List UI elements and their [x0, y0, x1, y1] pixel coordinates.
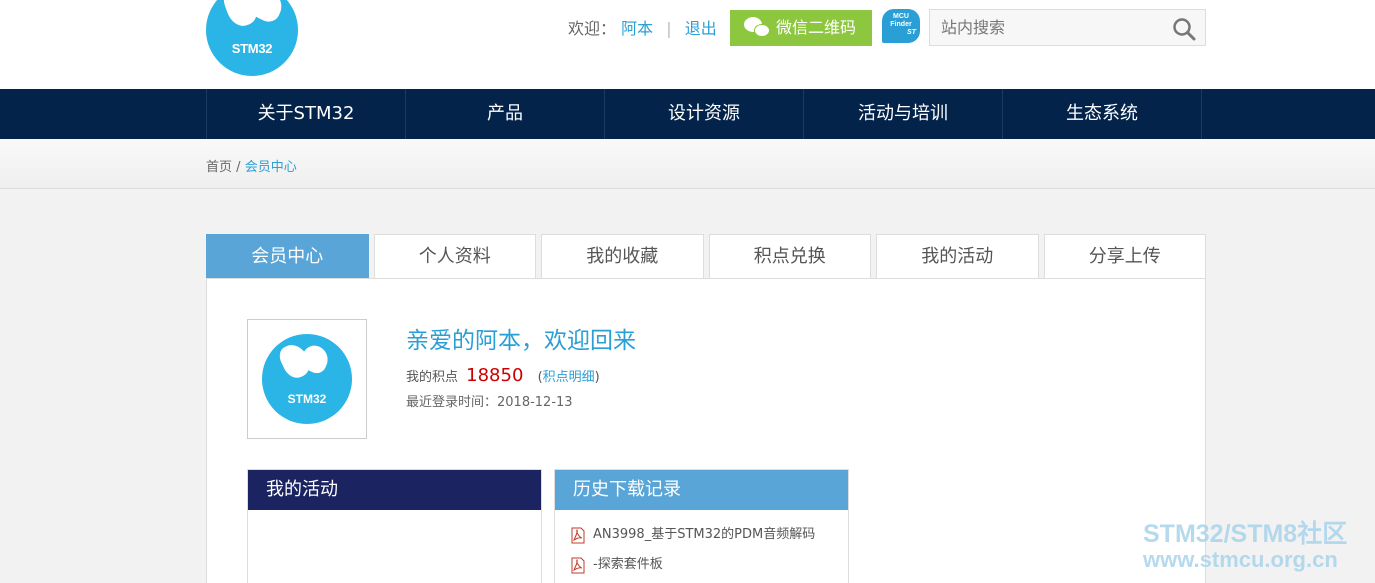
- list-item[interactable]: -探索套件板: [555, 550, 848, 580]
- stm32-logo[interactable]: STM32: [206, 0, 298, 76]
- nav-item-products[interactable]: 产品: [406, 89, 605, 139]
- avatar-text: STM32: [287, 392, 327, 406]
- greeting-title: 亲爱的阿本，欢迎回来: [406, 328, 636, 354]
- download-item-title: -探索套件板: [593, 557, 663, 572]
- wechat-icon: [744, 17, 770, 39]
- mcu-finder-button[interactable]: MCU Finder ST: [882, 9, 920, 43]
- username-link[interactable]: 阿本: [621, 19, 653, 38]
- breadcrumb-current[interactable]: 会员中心: [245, 160, 297, 175]
- nav-item-ecosystem[interactable]: 生态系统: [1003, 89, 1202, 139]
- st-logo-icon: ST: [907, 29, 916, 36]
- tab-profile[interactable]: 个人资料: [373, 234, 536, 278]
- my-activities-box: 我的活动: [247, 469, 542, 583]
- nav-item-design-resources[interactable]: 设计资源: [605, 89, 804, 139]
- welcome-bar: 欢迎： 阿本 | 退出: [568, 18, 717, 40]
- wechat-qr-button[interactable]: 微信二维码: [730, 10, 872, 46]
- download-list: AN3998_基于STM32的PDM音频解码 -探索套件板: [555, 510, 848, 580]
- tab-points-exchange[interactable]: 积点兑换: [708, 234, 871, 278]
- last-login: 最近登录时间：2018-12-13: [406, 395, 573, 410]
- breadcrumb-separator: /: [236, 160, 241, 175]
- tab-share-upload[interactable]: 分享上传: [1043, 234, 1206, 278]
- avatar[interactable]: STM32: [247, 319, 367, 439]
- main-nav: 关于STM32 产品 设计资源 活动与培训 生态系统: [0, 89, 1375, 139]
- download-history-box: 历史下载记录 AN3998_基于STM32的PDM音频解码 -探索套件板: [554, 469, 849, 583]
- mcu-finder-line2: Finder: [890, 21, 912, 28]
- stm32-avatar-icon: STM32: [262, 334, 352, 424]
- search-input[interactable]: [930, 10, 1160, 45]
- member-tabs: 会员中心 个人资料 我的收藏 积点兑换 我的活动 分享上传: [206, 234, 1206, 279]
- points-label: 我的积点: [406, 370, 459, 385]
- member-panel: STM32 亲爱的阿本，欢迎回来 我的积点 18850 (积点明细) 最近登录时…: [206, 278, 1206, 583]
- breadcrumb-bar: 首页 / 会员中心: [0, 139, 1375, 189]
- mcu-finder-line1: MCU: [893, 13, 909, 20]
- download-item-title: AN3998_基于STM32的PDM音频解码: [593, 527, 816, 542]
- points-value: 18850: [466, 365, 524, 386]
- top-header: STM32 欢迎： 阿本 | 退出 微信二维码 MCU Finder ST: [0, 0, 1375, 89]
- nav-item-about[interactable]: 关于STM32: [207, 89, 406, 139]
- points-line: 我的积点 18850 (积点明细): [406, 365, 600, 386]
- download-history-title: 历史下载记录: [555, 470, 848, 510]
- logo-text: STM32: [231, 41, 273, 56]
- pdf-icon: [571, 557, 585, 574]
- tab-my-activities[interactable]: 我的活动: [876, 234, 1039, 278]
- nav-item-events-training[interactable]: 活动与培训: [804, 89, 1003, 139]
- tab-favorites[interactable]: 我的收藏: [541, 234, 704, 278]
- logout-link[interactable]: 退出: [685, 19, 717, 38]
- points-paren-close: ): [594, 370, 600, 385]
- pdf-icon: [571, 527, 585, 544]
- points-detail-link[interactable]: 积点明细: [543, 370, 595, 385]
- wechat-qr-label: 微信二维码: [776, 18, 857, 37]
- tab-member-center[interactable]: 会员中心: [206, 234, 369, 278]
- separator: |: [666, 19, 672, 38]
- site-watermark: STM32/STM8社区 www.stmcu.org.cn: [1143, 520, 1347, 572]
- watermark-line1: STM32/STM8社区: [1143, 520, 1348, 548]
- breadcrumb: 首页 / 会员中心: [206, 156, 297, 175]
- my-activities-title: 我的活动: [248, 470, 541, 510]
- watermark-line2: www.stmcu.org.cn: [1143, 547, 1338, 572]
- list-item[interactable]: AN3998_基于STM32的PDM音频解码: [555, 520, 848, 550]
- search-box: [929, 9, 1206, 46]
- breadcrumb-home[interactable]: 首页: [206, 160, 232, 175]
- search-icon[interactable]: [1172, 17, 1196, 41]
- welcome-label: 欢迎：: [568, 19, 617, 38]
